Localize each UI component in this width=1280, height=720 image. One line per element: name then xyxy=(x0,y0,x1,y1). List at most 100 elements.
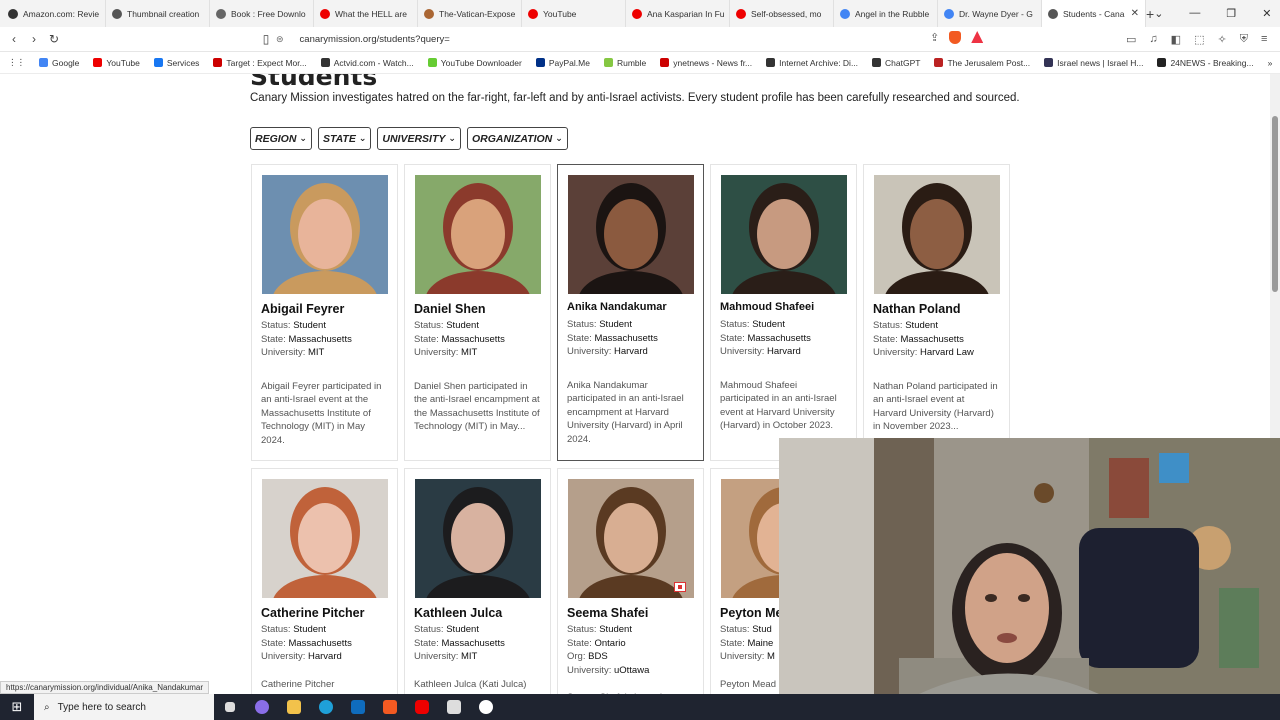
student-photo[interactable] xyxy=(262,175,388,294)
bookmark-item[interactable]: YouTube Downloader xyxy=(421,58,529,68)
bookmark-item[interactable]: Rumble xyxy=(597,58,653,68)
minimize-icon[interactable]: — xyxy=(1189,7,1200,20)
tab[interactable]: Ana Kasparian In Fu xyxy=(626,0,730,27)
youtube-icon[interactable] xyxy=(406,694,438,720)
student-name[interactable]: Catherine Pitcher xyxy=(261,606,365,620)
chevron-down-icon[interactable]: ⌄ xyxy=(1154,7,1163,20)
bookmark-item[interactable]: Internet Archive: Di... xyxy=(759,58,865,68)
student-card[interactable]: Seema Shafei Status: Student State: Ontari… xyxy=(557,468,704,694)
student-card[interactable]: Mahmoud Shafeei Status: Student State: Mas… xyxy=(710,164,857,461)
tab[interactable]: YouTube xyxy=(522,0,626,27)
student-card[interactable]: Abigail Feyrer Status: Student State: Mass… xyxy=(251,164,398,461)
bookmark-item[interactable]: The Jerusalem Post... xyxy=(927,58,1037,68)
meta-status: Status: Student xyxy=(261,319,352,333)
filter-state[interactable]: STATE ⌄ xyxy=(317,127,372,150)
bookmark-item[interactable]: PayPal.Me xyxy=(529,58,597,68)
student-name[interactable]: Anika Nandakumar xyxy=(567,301,667,313)
bookmark-label: 24NEWS - Breaking... xyxy=(1170,57,1254,68)
new-tab-button[interactable]: + xyxy=(1146,6,1154,22)
bookmark-item[interactable]: ChatGPT xyxy=(865,58,927,68)
student-name[interactable]: Abigail Feyrer xyxy=(261,302,344,316)
bookmark-item[interactable]: Services xyxy=(147,58,207,68)
outlook-icon[interactable] xyxy=(342,694,374,720)
tab[interactable]: The-Vatican-Expose xyxy=(418,0,522,27)
student-photo[interactable] xyxy=(415,175,541,294)
menu-icon[interactable]: ≡ xyxy=(1261,33,1267,46)
student-name[interactable]: Peyton Me xyxy=(720,606,783,620)
bookmark-item[interactable]: ynetnews - News fr... xyxy=(653,58,759,68)
extensions-icon[interactable]: ⬚ xyxy=(1194,33,1204,46)
restore-icon[interactable]: ❐ xyxy=(1226,7,1236,20)
task-view-icon[interactable] xyxy=(214,694,246,720)
student-card[interactable]: Daniel Shen Status: Student State: Massach… xyxy=(404,164,551,461)
meta-label: Status: xyxy=(261,320,294,331)
filter-university[interactable]: UNIVERSITY ⌄ xyxy=(377,127,461,150)
tab[interactable]: What the HELL are xyxy=(314,0,418,27)
bookmark-item[interactable]: Israel news | Israel H... xyxy=(1037,58,1150,68)
bookmark-item[interactable]: YouTube xyxy=(86,58,146,68)
bookmark-item[interactable]: 24NEWS - Breaking... xyxy=(1150,58,1260,68)
wallet-icon[interactable]: ▭ xyxy=(1126,33,1136,46)
vpn-icon[interactable]: ⛨ xyxy=(1240,33,1248,46)
tab[interactable]: Book : Free Downlo xyxy=(210,0,314,27)
url-field[interactable]: ⊜ canarymission.org/students?query= xyxy=(276,30,1006,49)
more-bookmarks-icon[interactable]: » xyxy=(1261,58,1280,68)
student-card[interactable]: Anika Nandakumar Status: Student State: Ma… xyxy=(557,164,704,461)
tab-close-icon[interactable]: ✕ xyxy=(1131,8,1139,19)
student-card[interactable]: Kathleen Julca Status: Student State: Mass… xyxy=(404,468,551,694)
student-name[interactable]: Daniel Shen xyxy=(414,302,486,316)
student-name[interactable]: Kathleen Julca xyxy=(414,606,502,620)
bookmark-item[interactable]: Google xyxy=(32,58,86,68)
bookmark-label: Google xyxy=(52,57,80,68)
bookmark-icon[interactable]: ▯ xyxy=(256,32,276,46)
scrollbar-thumb[interactable] xyxy=(1272,116,1278,292)
windows-start-icon[interactable]: ⊞ xyxy=(0,699,34,715)
student-meta: Status: Student State: Massachusetts Unive… xyxy=(261,623,352,664)
student-photo[interactable] xyxy=(874,175,1000,294)
site-info-icon[interactable]: ⊜ xyxy=(276,34,284,45)
forward-icon[interactable]: › xyxy=(24,32,44,46)
sidebar-icon[interactable]: ◧ xyxy=(1171,33,1181,46)
bookmark-item[interactable]: Actvid.com - Watch... xyxy=(314,58,421,68)
tab[interactable]: Thumbnail creation xyxy=(106,0,210,27)
calculator-icon[interactable] xyxy=(438,694,470,720)
meta-label: State: xyxy=(873,333,901,345)
tab-active[interactable]: Students - Cana ✕ xyxy=(1042,0,1146,27)
bookmark-item[interactable]: Target : Expect Mor... xyxy=(206,58,313,68)
file-explorer-icon[interactable] xyxy=(278,694,310,720)
student-photo[interactable] xyxy=(415,479,541,598)
student-name[interactable]: Mahmoud Shafeei xyxy=(720,301,814,313)
apps-icon[interactable]: ⋮⋮ xyxy=(0,57,32,68)
student-photo[interactable] xyxy=(568,175,694,294)
back-icon[interactable]: ‹ xyxy=(4,32,24,46)
tab[interactable]: Angel in the Rubble xyxy=(834,0,938,27)
leo-icon[interactable]: ✧ xyxy=(1217,33,1226,46)
student-photo[interactable] xyxy=(262,479,388,598)
filter-region[interactable]: REGION ⌄ xyxy=(250,127,312,150)
chatgpt-icon[interactable] xyxy=(470,694,502,720)
close-icon[interactable]: ✕ xyxy=(1262,7,1271,20)
student-name[interactable]: Nathan Poland xyxy=(873,302,961,316)
copilot-icon[interactable] xyxy=(246,694,278,720)
share-icon[interactable]: ⇪ xyxy=(930,31,939,44)
student-card[interactable]: Catherine Pitcher Status: Student State: M… xyxy=(251,468,398,694)
brave-rewards-icon[interactable] xyxy=(971,31,984,43)
bookmark-favicon-icon xyxy=(535,58,545,67)
student-name[interactable]: Seema Shafei xyxy=(567,606,648,620)
filter-organization[interactable]: ORGANIZATION ⌄ xyxy=(466,127,568,150)
student-photo[interactable] xyxy=(721,175,847,294)
brave-icon[interactable] xyxy=(374,694,406,720)
student-card[interactable]: Nathan Poland Status: Student State: Massa… xyxy=(863,164,1010,461)
media-icon[interactable]: ♫ xyxy=(1149,33,1157,46)
meta-value: Massachusetts xyxy=(594,332,658,344)
meta-org: Org: BDS xyxy=(567,650,649,664)
student-photo[interactable] xyxy=(568,479,694,598)
tab[interactable]: Dr. Wayne Dyer - G xyxy=(938,0,1042,27)
edge-icon[interactable] xyxy=(310,694,342,720)
reload-icon[interactable]: ↻ xyxy=(44,32,64,46)
tab[interactable]: Amazon.com: Revie xyxy=(2,0,106,27)
photo-body xyxy=(884,271,990,294)
taskbar-search[interactable]: ⌕ Type here to search xyxy=(34,694,214,720)
brave-shields-icon[interactable] xyxy=(949,31,962,44)
tab[interactable]: Self-obsessed, mo xyxy=(730,0,834,27)
